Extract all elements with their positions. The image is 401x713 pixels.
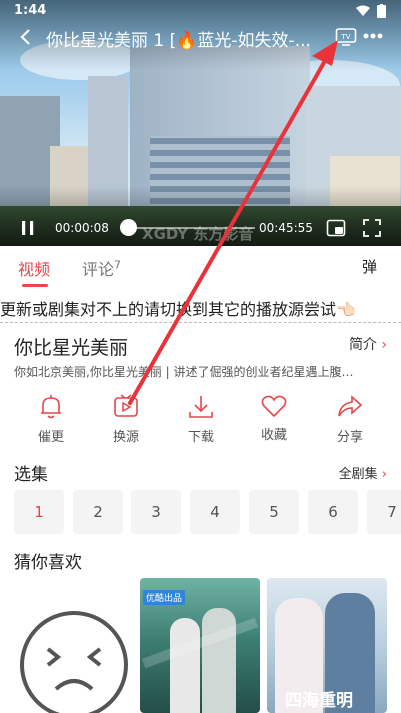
- fullscreen-icon[interactable]: [363, 219, 381, 237]
- status-bar: 1:44: [0, 0, 401, 22]
- tab-video[interactable]: 视频: [18, 256, 50, 280]
- action-label: 收藏: [260, 428, 287, 443]
- notice-marquee: 更新或剧集对不上的请切换到其它的播放源尝试👈🏻: [0, 293, 401, 323]
- chevron-right-icon: ›: [381, 467, 387, 482]
- episode-item[interactable]: 2: [73, 490, 123, 534]
- action-label: 下载: [187, 430, 214, 445]
- all-episodes-link[interactable]: 全剧集 ›: [339, 463, 387, 482]
- poster-figure: [202, 608, 236, 713]
- recommend-poster[interactable]: 四海重明: [267, 578, 387, 713]
- progress-knob[interactable]: [120, 219, 137, 236]
- episode-item[interactable]: 6: [308, 490, 358, 534]
- battery-icon: [377, 4, 386, 18]
- poster-figure: [170, 618, 200, 713]
- show-description: 你如北京美丽,你比星光美丽 | 讲述了倔强的创业者纪星遇上腹…: [14, 365, 354, 379]
- chevron-right-icon: ›: [381, 337, 387, 353]
- share-button[interactable]: 分享: [320, 394, 380, 454]
- play-source-icon: [114, 394, 138, 417]
- sad-face-placeholder-icon: [20, 611, 128, 713]
- clock: 1:44: [14, 3, 47, 18]
- pause-icon[interactable]: [21, 220, 35, 236]
- episode-item[interactable]: 3: [131, 490, 181, 534]
- favorite-button[interactable]: 收藏: [244, 394, 304, 454]
- tv-cast-icon[interactable]: TV: [335, 27, 357, 47]
- progress-track[interactable]: [127, 227, 255, 229]
- episode-item[interactable]: 1: [14, 490, 64, 534]
- danmaku-toggle[interactable]: 弹: [362, 256, 377, 277]
- episode-item[interactable]: 4: [190, 490, 240, 534]
- intro-link[interactable]: 简介 ›: [349, 334, 387, 354]
- tab-underline: [22, 284, 48, 287]
- download-icon: [189, 396, 213, 418]
- intro-label: 简介: [348, 337, 377, 353]
- video-player[interactable]: 1:44 你比星光美丽 1 [🔥蓝光-如失效-... TV XGDY 东方影音 …: [0, 0, 401, 246]
- current-time: 00:00:08: [55, 221, 109, 235]
- episodes-header: 选集: [14, 465, 48, 485]
- switch-source-button[interactable]: 换源: [96, 394, 156, 454]
- episode-item[interactable]: 7: [367, 490, 401, 534]
- episode-item[interactable]: 5: [249, 490, 299, 534]
- heart-icon: [261, 395, 287, 418]
- action-label: 分享: [336, 430, 363, 445]
- recommend-header: 猜你喜欢: [14, 553, 82, 573]
- more-icon[interactable]: [363, 33, 383, 39]
- bell-icon: [41, 395, 61, 419]
- svg-text:TV: TV: [340, 33, 350, 41]
- action-label: 催更: [37, 430, 64, 445]
- poster-badge: 优酷出品: [143, 590, 186, 605]
- action-bar: 催更 换源 下载 收藏 分享: [0, 394, 401, 454]
- notice-text: 更新或剧集对不上的请切换到其它的播放源尝试👈🏻: [0, 300, 356, 319]
- action-label: 换源: [112, 430, 139, 445]
- all-episodes-label: 全剧集: [338, 467, 378, 482]
- share-icon: [338, 395, 363, 417]
- episode-list: 1 2 3 4 5 6 7: [14, 490, 401, 534]
- wifi-icon: [356, 5, 370, 16]
- poster-caption: 四海重明: [285, 691, 353, 711]
- comments-count: 7: [114, 258, 122, 272]
- tab-comments[interactable]: 评论7: [82, 256, 121, 280]
- poster-sword: [141, 617, 259, 669]
- urge-update-button[interactable]: 催更: [21, 394, 81, 454]
- show-title: 你比星光美丽: [14, 337, 129, 359]
- recommend-poster[interactable]: 优酷出品: [140, 578, 260, 713]
- tab-comments-label: 评论: [82, 260, 115, 279]
- back-arrow-icon[interactable]: [18, 28, 34, 46]
- total-time: 00:45:55: [259, 221, 313, 235]
- download-button[interactable]: 下载: [171, 394, 231, 454]
- video-title: 你比星光美丽 1 [🔥蓝光-如失效-...: [46, 31, 311, 51]
- content-tabs: 视频 评论7 弹: [0, 246, 401, 288]
- pip-icon[interactable]: [326, 219, 346, 237]
